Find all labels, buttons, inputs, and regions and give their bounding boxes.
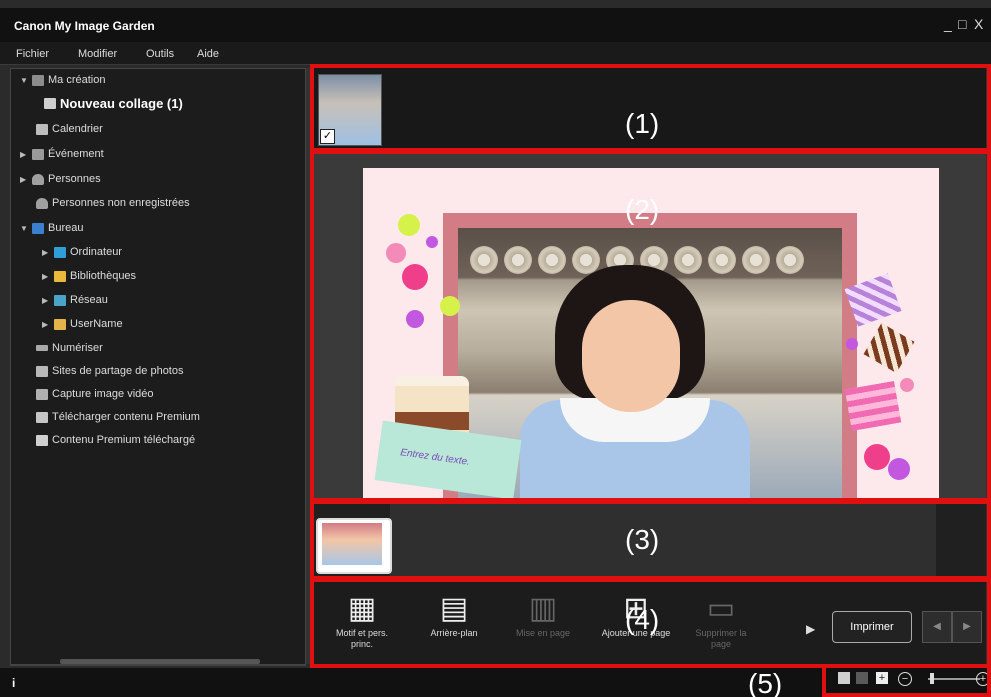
sidebar-item-personnes[interactable]: ▶ Personnes <box>20 169 101 189</box>
menu-bar: Fichier Modifier Outils Aide <box>0 42 991 65</box>
expand-arrow-icon[interactable]: ▶ <box>42 320 50 329</box>
window-title: Canon My Image Garden <box>14 19 155 33</box>
title-bar: Canon My Image Garden _ □ X <box>0 8 991 42</box>
sidebar-item-label: Télécharger contenu Premium <box>52 411 200 423</box>
download-icon <box>36 411 48 423</box>
computer-icon <box>54 246 66 258</box>
callout-label-5: (5) <box>748 668 783 697</box>
sidebar-item-capture-video[interactable]: Capture image vidéo <box>36 384 154 404</box>
close-button[interactable]: X <box>974 16 983 32</box>
sidebar-item-label: Nouveau collage (1) <box>60 95 183 111</box>
app-window: Canon My Image Garden _ □ X Fichier Modi… <box>0 0 991 697</box>
sidebar-item-numeriser[interactable]: Numériser <box>36 338 103 358</box>
sidebar-item-label: Numériser <box>52 342 103 354</box>
menu-outils[interactable]: Outils <box>146 48 174 60</box>
menu-modifier[interactable]: Modifier <box>78 48 117 60</box>
maximize-button[interactable]: □ <box>958 16 966 32</box>
sidebar-item-ordinateur[interactable]: ▶ Ordinateur <box>42 242 122 262</box>
sidebar-item-personnes-non-enregistrees[interactable]: Personnes non enregistrées <box>36 193 190 213</box>
sidebar-item-bibliotheques[interactable]: ▶ Bibliothèques <box>42 266 136 286</box>
expand-arrow-icon[interactable]: ▼ <box>20 76 28 85</box>
scan-icon <box>36 345 48 351</box>
sidebar-item-label: Calendrier <box>52 123 103 135</box>
libraries-icon <box>54 270 66 282</box>
sidebar-item-evenement[interactable]: ▶ Événement <box>20 144 104 164</box>
divider <box>10 664 306 666</box>
callout-label-2: (2) <box>625 194 660 225</box>
sidebar-item-label: Bureau <box>48 222 84 234</box>
sidebar-item-reseau[interactable]: ▶ Réseau <box>42 290 108 310</box>
expand-arrow-icon[interactable]: ▶ <box>20 150 28 159</box>
folder-icon <box>36 434 48 446</box>
callout-box-5 <box>822 664 991 697</box>
network-icon <box>54 294 66 306</box>
creation-icon <box>32 74 44 86</box>
menu-fichier[interactable]: Fichier <box>16 48 49 60</box>
expand-arrow-icon[interactable]: ▶ <box>42 296 50 305</box>
sidebar-item-label: Bibliothèques <box>70 270 137 282</box>
sidebar-item-telecharger-premium[interactable]: Télécharger contenu Premium <box>36 407 200 427</box>
sidebar-item-label: Réseau <box>70 294 108 306</box>
sidebar-item-sites-partage[interactable]: Sites de partage de photos <box>36 361 183 381</box>
sidebar-item-label: UserName <box>70 318 123 330</box>
sidebar-item-label: Contenu Premium téléchargé <box>52 434 196 446</box>
expand-arrow-icon[interactable]: ▶ <box>42 248 50 257</box>
sidebar-item-label: Personnes non enregistrées <box>52 197 190 209</box>
menu-aide[interactable]: Aide <box>197 48 219 60</box>
sidebar-item-label: Sites de partage de photos <box>52 365 184 377</box>
sidebar-item-calendrier[interactable]: Calendrier <box>36 119 103 139</box>
callout-label-1: (1) <box>625 108 660 139</box>
callout-label-4: (4) <box>625 604 660 635</box>
event-icon <box>32 148 44 160</box>
minimize-button[interactable]: _ <box>944 16 952 32</box>
calendar-icon <box>36 123 48 135</box>
sidebar-item-label: Capture image vidéo <box>52 388 154 400</box>
expand-arrow-icon[interactable]: ▼ <box>20 224 28 233</box>
sidebar-item-nouveau-collage[interactable]: Nouveau collage (1) <box>44 93 183 113</box>
sidebar-item-ma-creation[interactable]: ▼ Ma création <box>20 70 105 90</box>
person-icon <box>32 173 44 185</box>
sidebar-item-label: Ma création <box>48 74 106 86</box>
expand-arrow-icon[interactable]: ▶ <box>20 175 28 184</box>
person-icon <box>36 197 48 209</box>
desktop-icon <box>32 222 44 234</box>
video-icon <box>36 388 48 400</box>
sidebar-item-label: Personnes <box>48 173 101 185</box>
callout-label-3: (3) <box>625 524 660 555</box>
sidebar-item-username[interactable]: ▶ UserName <box>42 314 123 334</box>
sidebar-item-premium-telecharge[interactable]: Contenu Premium téléchargé <box>36 430 195 450</box>
sidebar-item-label: Ordinateur <box>70 246 122 258</box>
sidebar-item-bureau[interactable]: ▼ Bureau <box>20 218 83 238</box>
info-icon[interactable]: i <box>12 676 15 690</box>
sidebar-item-label: Événement <box>48 148 104 160</box>
expand-arrow-icon[interactable]: ▶ <box>42 272 50 281</box>
collage-icon <box>44 97 56 109</box>
share-icon <box>36 365 48 377</box>
user-folder-icon <box>54 318 66 330</box>
